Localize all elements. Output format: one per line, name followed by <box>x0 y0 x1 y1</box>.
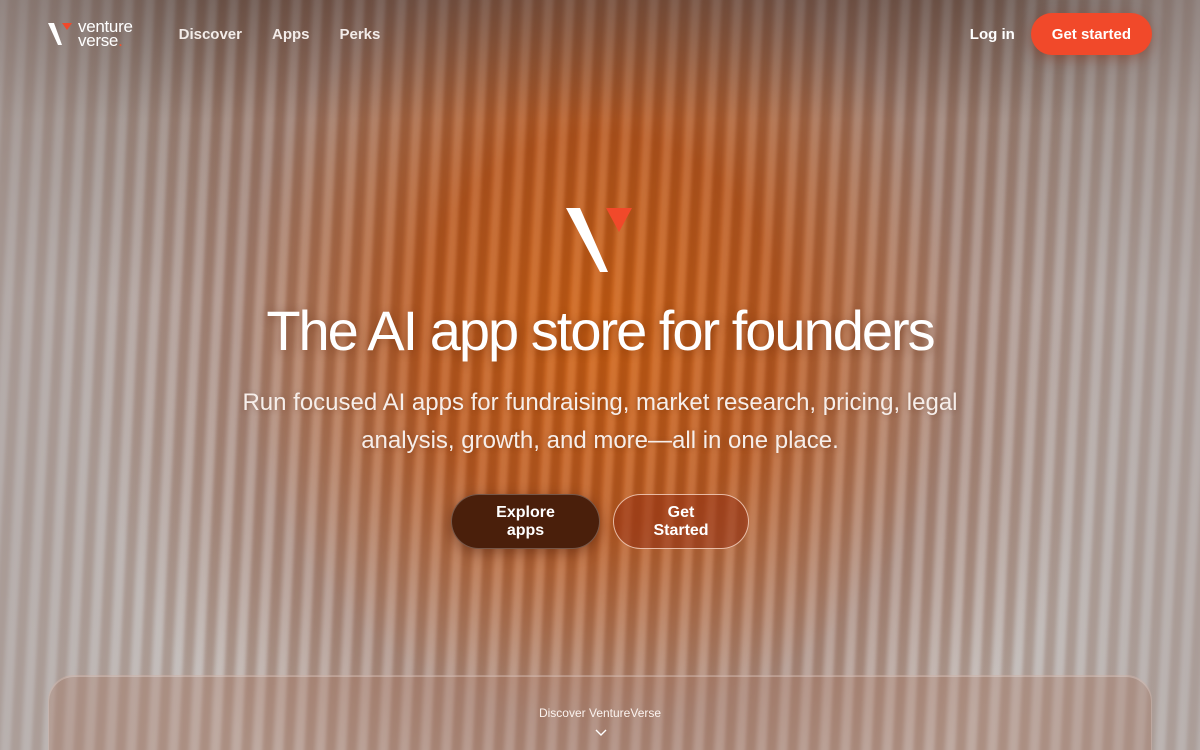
venture-verse-logo-icon <box>48 23 72 45</box>
hero-title: The AI app store for founders <box>266 299 935 362</box>
brand-line-2: verse <box>78 31 119 50</box>
hero-subtitle: Run focused AI apps for fundraising, mar… <box>242 389 958 454</box>
top-navigation: venture verse. Discover Apps Perks Log i… <box>0 0 1200 68</box>
hero-background <box>0 0 1200 750</box>
get-started-nav-button[interactable]: Get started <box>1030 13 1152 55</box>
brand-dot: . <box>118 31 123 50</box>
chevron-down-icon[interactable] <box>594 726 608 740</box>
nav-link-apps[interactable]: Apps <box>272 26 310 43</box>
get-started-hero-button[interactable]: Get Started <box>613 494 749 549</box>
venture-verse-logo-mark-icon <box>566 208 632 272</box>
nav-actions: Log in Get started <box>970 13 1152 55</box>
nav-link-discover[interactable]: Discover <box>179 26 242 43</box>
brand-logo[interactable]: venture verse. <box>48 18 133 50</box>
discover-panel[interactable]: Discover VentureVerse <box>48 675 1152 750</box>
hero-buttons: Explore apps Get Started <box>0 494 1200 549</box>
explore-apps-button[interactable]: Explore apps <box>451 494 600 549</box>
discover-label: Discover VentureVerse <box>538 706 662 720</box>
login-link[interactable]: Log in <box>970 26 1015 43</box>
nav-link-perks[interactable]: Perks <box>339 26 380 43</box>
nav-links: Discover Apps Perks <box>179 26 381 43</box>
